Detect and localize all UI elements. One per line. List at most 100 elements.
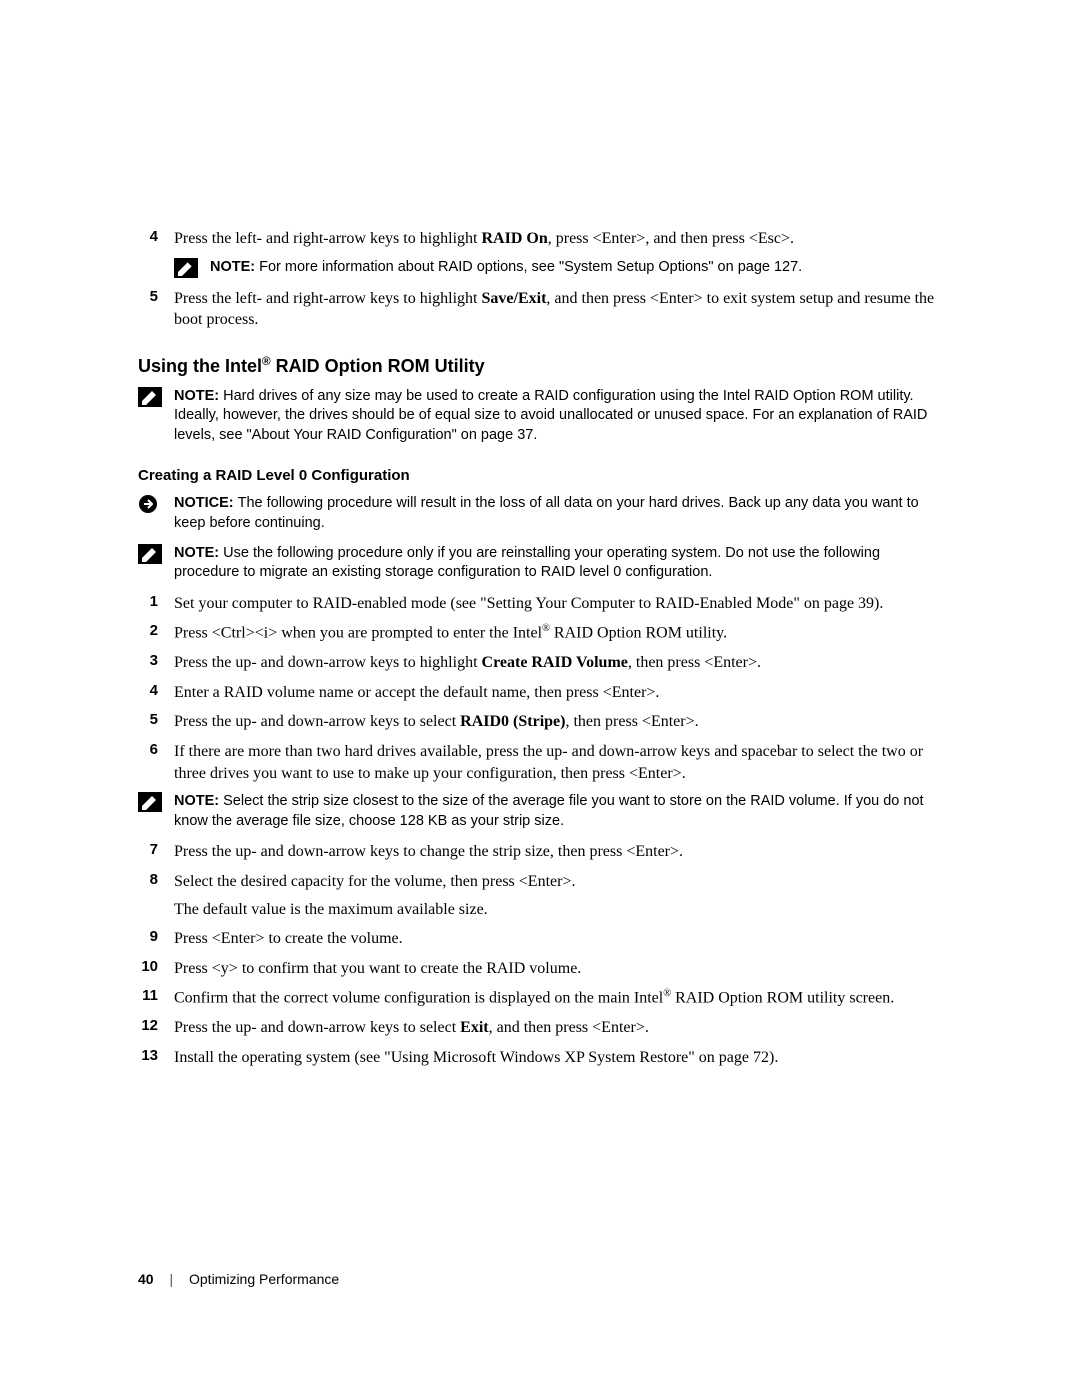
step-12: 12 Press the up- and down-arrow keys to … [138,1017,942,1039]
section-heading: Using the Intel® RAID Option ROM Utility [138,355,942,377]
text: , and then press <Enter>. [489,1019,649,1036]
text-line: Select the desired capacity for the volu… [174,871,942,893]
heading-text: RAID Option ROM Utility [271,356,485,376]
note-text: NOTE: For more information about RAID op… [210,258,942,278]
note-row: NOTE: Use the following procedure only i… [138,544,942,583]
step-text: Press the up- and down-arrow keys to sel… [174,1017,942,1039]
text: Press the up- and down-arrow keys to sel… [174,1019,460,1036]
sub-heading: Creating a RAID Level 0 Configuration [138,467,942,484]
text: , press <Enter>, and then press <Esc>. [548,230,794,247]
step-number: 6 [138,741,174,784]
step-11: 11 Confirm that the correct volume confi… [138,987,942,1009]
step-number: 5 [138,288,174,331]
note-pencil-icon [138,387,162,407]
step-number: 8 [138,871,174,920]
note-body: For more information about RAID options,… [259,259,802,275]
note-body: Use the following procedure only if you … [174,545,880,581]
note-label: NOTE: [174,545,223,561]
step-number: 9 [138,928,174,950]
note-text: NOTE: Hard drives of any size may be use… [174,387,942,446]
note-body: Select the strip size closest to the siz… [174,793,924,829]
page-footer: 40 | Optimizing Performance [138,1271,339,1287]
step-number: 4 [138,682,174,704]
note-row: NOTE: Hard drives of any size may be use… [138,387,942,446]
step-text: If there are more than two hard drives a… [174,741,942,784]
chapter-title: Optimizing Performance [189,1271,339,1287]
step-number: 11 [138,987,174,1009]
note-label: NOTE: [174,793,223,809]
step-6: 6 If there are more than two hard drives… [138,741,942,784]
step-text: Press <y> to confirm that you want to cr… [174,958,942,980]
text: RAID Option ROM utility. [550,625,727,642]
step-5: 5 Press the left- and right-arrow keys t… [138,288,942,331]
note-text: NOTE: Use the following procedure only i… [174,544,942,583]
text: RAID Option ROM utility screen. [671,990,894,1007]
step-text: Select the desired capacity for the volu… [174,871,942,920]
bold: Create RAID Volume [482,654,628,671]
registered-mark: ® [663,988,671,999]
text: Press the left- and right-arrow keys to … [174,290,482,307]
page-number: 40 [138,1271,154,1287]
step-number: 12 [138,1017,174,1039]
text: Press the up- and down-arrow keys to hig… [174,654,482,671]
bold: RAID On [482,230,548,247]
text: , then press <Enter>. [628,654,761,671]
step-text: Set your computer to RAID-enabled mode (… [174,593,942,615]
step-4: 4 Press the left- and right-arrow keys t… [138,228,942,250]
note-label: NOTE: [210,259,259,275]
step-number: 4 [138,228,174,250]
step-7: 7 Press the up- and down-arrow keys to c… [138,841,942,863]
registered-mark: ® [262,355,271,368]
notice-text: NOTICE: The following procedure will res… [174,494,942,533]
step-text: Enter a RAID volume name or accept the d… [174,682,942,704]
step-number: 7 [138,841,174,863]
step-1: 1 Set your computer to RAID-enabled mode… [138,593,942,615]
step-8: 8 Select the desired capacity for the vo… [138,871,942,920]
note-label: NOTE: [174,388,223,404]
step-text: Press <Ctrl><i> when you are prompted to… [174,622,942,644]
step-number: 2 [138,622,174,644]
step-text: Press the left- and right-arrow keys to … [174,288,942,331]
note-body: Hard drives of any size may be used to c… [174,388,927,443]
bold: Exit [460,1019,488,1036]
step-5b: 5 Press the up- and down-arrow keys to s… [138,711,942,733]
step-number: 10 [138,958,174,980]
note-pencil-icon [138,792,162,812]
step-number: 13 [138,1047,174,1069]
notice-label: NOTICE: [174,495,238,511]
text: Confirm that the correct volume configur… [174,990,663,1007]
step-text: Press the up- and down-arrow keys to cha… [174,841,942,863]
note-row: NOTE: Select the strip size closest to t… [138,792,942,831]
bold: RAID0 (Stripe) [460,713,565,730]
footer-separator: | [169,1271,173,1287]
step-text: Press the up- and down-arrow keys to hig… [174,652,942,674]
step-10: 10 Press <y> to confirm that you want to… [138,958,942,980]
step-text: Confirm that the correct volume configur… [174,987,942,1009]
step-text: Press the up- and down-arrow keys to sel… [174,711,942,733]
text: Press the up- and down-arrow keys to sel… [174,713,460,730]
note-row: NOTE: For more information about RAID op… [174,258,942,278]
step-number: 1 [138,593,174,615]
step-text: Press the left- and right-arrow keys to … [174,228,942,250]
step-4b: 4 Enter a RAID volume name or accept the… [138,682,942,704]
text: Press <Ctrl><i> when you are prompted to… [174,625,542,642]
step-text: Press <Enter> to create the volume. [174,928,942,950]
registered-mark: ® [542,623,550,634]
text: Press the left- and right-arrow keys to … [174,230,482,247]
note-pencil-icon [174,258,198,278]
text: , then press <Enter>. [565,713,698,730]
notice-arrow-icon [138,494,162,514]
step-3: 3 Press the up- and down-arrow keys to h… [138,652,942,674]
note-text: NOTE: Select the strip size closest to t… [174,792,942,831]
step-text: Install the operating system (see "Using… [174,1047,942,1069]
bold: Save/Exit [482,290,547,307]
note-pencil-icon [138,544,162,564]
notice-row: NOTICE: The following procedure will res… [138,494,942,533]
step-9: 9 Press <Enter> to create the volume. [138,928,942,950]
step-2: 2 Press <Ctrl><i> when you are prompted … [138,622,942,644]
step-number: 5 [138,711,174,733]
step-13: 13 Install the operating system (see "Us… [138,1047,942,1069]
step-number: 3 [138,652,174,674]
heading-text: Using the Intel [138,356,262,376]
text-line: The default value is the maximum availab… [174,899,942,921]
